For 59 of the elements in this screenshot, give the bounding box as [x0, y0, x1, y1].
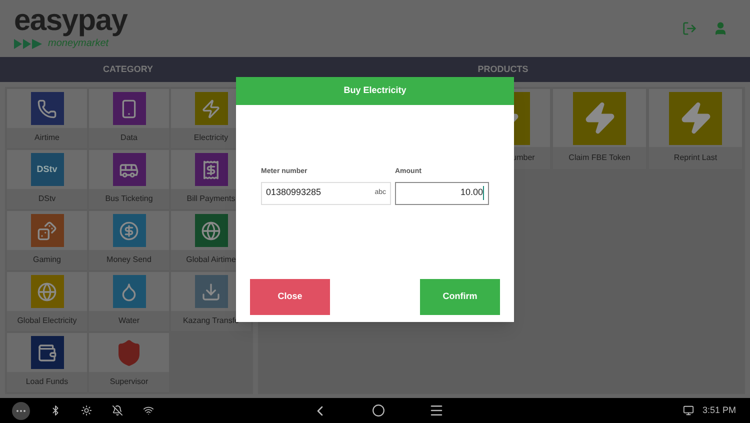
screen-icon[interactable]: [683, 405, 694, 416]
category-label: Bill Payments: [186, 193, 236, 206]
tile-symbol-icon: [37, 342, 57, 363]
category-tile[interactable]: Money Send: [89, 211, 169, 270]
text-cursor: [483, 186, 484, 200]
product-label: Reprint Last: [674, 152, 718, 164]
category-label: Bus Ticketing: [105, 193, 153, 206]
category-label: Water: [118, 315, 140, 328]
category-label: Money Send: [106, 254, 152, 266]
tile-symbol-icon: [201, 220, 221, 241]
category-tile[interactable]: Airtime: [7, 89, 87, 148]
tile-symbol-icon: [37, 98, 57, 119]
mute-icon[interactable]: [112, 405, 123, 416]
category-label: Global Airtime: [186, 254, 236, 266]
category-label: Load Funds: [26, 376, 68, 388]
tile-symbol-icon: [37, 282, 57, 302]
category-tile[interactable]: Gaming: [7, 211, 87, 270]
logo-tagline: moneymarket: [48, 37, 109, 52]
tile-symbol-icon: [119, 220, 139, 241]
menu-icon[interactable]: [429, 403, 444, 418]
field-value: 10.00: [460, 186, 483, 200]
dialog-title: Buy Electricity: [344, 84, 406, 98]
category-label: DStv: [38, 193, 56, 206]
product-label: Claim FBE Token: [568, 152, 630, 164]
chevrons-icon: [14, 38, 44, 50]
category-label: Electricity: [194, 132, 228, 144]
category-label: Gaming: [32, 254, 61, 266]
input-field[interactable]: 10.00: [395, 182, 489, 204]
panel-heading: PRODUCTS: [478, 63, 528, 76]
field-value: 01380993285: [266, 186, 322, 200]
home-icon[interactable]: [372, 404, 385, 418]
bluetooth-icon[interactable]: [50, 405, 61, 416]
more-button[interactable]: [12, 402, 30, 420]
bolt-tile-icon: [573, 92, 626, 145]
category-label: Data: [120, 132, 138, 144]
tile-symbol-icon: [201, 160, 221, 180]
category-tile[interactable]: DStv DStv: [7, 150, 87, 210]
tile-symbol-icon: [37, 220, 57, 241]
category-tile[interactable]: Data: [89, 89, 169, 148]
category-tile[interactable]: Load Funds: [7, 333, 87, 392]
bolt-tile-icon: [669, 92, 722, 145]
panel-heading: CATEGORY: [102, 63, 153, 76]
category-tile[interactable]: Bus Ticketing: [89, 150, 169, 210]
category-tile[interactable]: Water: [89, 272, 169, 332]
confirm-button[interactable]: Confirm: [420, 279, 500, 315]
product-tile[interactable]: Claim FBE Token: [553, 89, 646, 170]
brightness-icon[interactable]: [81, 405, 92, 416]
category-label: Airtime: [34, 132, 60, 144]
category-label: Global Electricity: [17, 315, 77, 328]
category-tile[interactable]: Supervisor: [89, 333, 169, 392]
logo-name: easypay: [14, 6, 128, 36]
tile-symbol-icon: [201, 98, 221, 119]
product-tile[interactable]: Reprint Last: [649, 89, 742, 170]
close-button[interactable]: Close: [250, 279, 330, 315]
tile-symbol-icon: [201, 282, 221, 302]
logo-text: DStv: [36, 162, 58, 176]
clock: 3:51 PM: [702, 404, 736, 417]
category-tile[interactable]: Global Electricity: [7, 272, 87, 332]
category-label: Supervisor: [110, 376, 148, 388]
